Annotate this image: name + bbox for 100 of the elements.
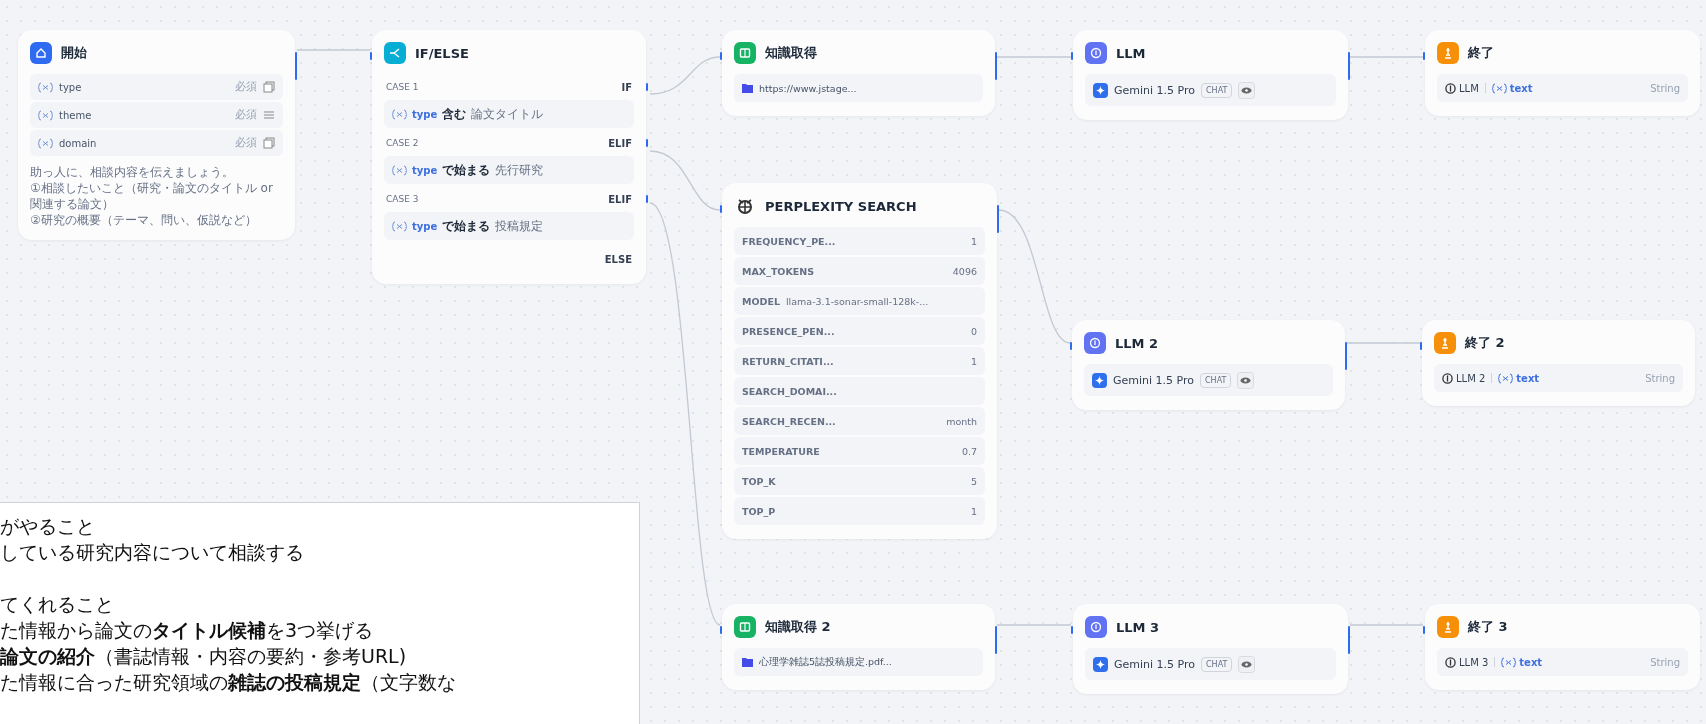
branch-label: ELIF [608,193,632,205]
connection-handle[interactable] [720,626,722,634]
model-name: Gemini 1.5 Pro [1114,657,1196,671]
model-row[interactable]: Gemini 1.5 Pro CHAT [1085,74,1336,106]
parameter-row[interactable]: PRESENCE_PEN... 0 [734,317,985,345]
model-row[interactable]: Gemini 1.5 Pro CHAT [1085,648,1336,680]
variable-name: domain [59,137,98,149]
folder-icon [742,657,753,667]
note-text: がやること [0,514,96,539]
eye-icon[interactable] [1237,371,1255,389]
connection-handle[interactable] [646,195,648,203]
connection-handle[interactable] [646,139,648,147]
parameter-name: RETURN_CITATI... [742,355,834,367]
operator-label: で始まる [442,161,491,179]
connection-handle[interactable] [1348,52,1350,80]
eye-icon[interactable] [1238,655,1256,673]
dataset-row[interactable]: 心理学雑誌5誌投稿規定.pdf... [734,648,983,676]
output-row[interactable]: LLM 3 text String [1437,648,1688,676]
parameter-row[interactable]: RETURN_CITATI... 1 [734,347,985,375]
paragraph-icon [263,109,275,121]
variable-name: text [1519,656,1544,668]
connection-handle[interactable] [1423,52,1425,60]
connection-handle[interactable] [995,626,997,654]
workflow-node[interactable]: LLM 3 Gemini 1.5 Pro CHAT [1073,604,1348,694]
output-row[interactable]: LLM text String [1437,74,1688,102]
model-icon [1092,372,1107,388]
connection-handle[interactable] [1423,626,1425,634]
book-icon [734,616,756,638]
parameter-name: TOP_P [742,505,776,517]
workflow-node[interactable]: LLM 2 Gemini 1.5 Pro CHAT [1072,320,1345,410]
variable-icon [392,108,407,120]
workflow-node[interactable]: 知識取得 2 心理学雑誌5誌投稿規定.pdf... [722,604,995,690]
condition-value: 先行研究 [495,161,544,179]
workflow-node[interactable]: 終了 LLM text String [1425,30,1700,116]
parameter-row[interactable]: SEARCH_DOMAI... [734,377,985,405]
folder-icon [742,83,753,93]
parameter-name: FREQUENCY_PE... [742,235,836,247]
variable-name: type [412,164,438,176]
node-title: IF/ELSE [415,45,469,61]
note-text: た情報に合った研究領域の雑誌の投稿規定（文字数な [0,670,457,695]
condition-row[interactable]: type で始まる 投稿規定 [384,212,634,240]
condition-value: 論文タイトル [471,105,544,123]
node-title: 終了 2 [1465,334,1505,352]
workflow-node[interactable]: 知識取得 https://www.jstage... [722,30,995,116]
description-text: ①相談したいこと（研究・論文のタイトル or 関連する論文） [30,180,274,212]
workflow-node[interactable]: 開始 type 必須 theme 必須 domain 必須 助っ人に、相談内容を伝えましょう。 ①相談したいこと（研究・論文のタイトル or 関連する論文） ②研究の概要（テーマ、問い、仮説など） [18,30,295,240]
node-title: 知識取得 [765,44,817,62]
connection-handle[interactable] [370,52,372,60]
input-variable-row[interactable]: theme 必須 [30,102,283,128]
parameter-value: llama-3.1-sonar-small-128k-... [785,295,929,307]
workflow-node[interactable]: 終了 2 LLM 2 text String [1422,320,1695,406]
connection-handle[interactable] [295,52,297,80]
workflow-node[interactable]: IF/ELSE CASE 1 IF type 含む 論文タイトル CASE 2 ELIF type で始まる 先行研究 CASE 3 ELIF type で始まる 投稿規定 ELSE [372,30,646,284]
dataset-row[interactable]: https://www.jstage... [734,74,983,102]
connection-handle[interactable] [646,83,648,91]
variable-icon [38,81,53,93]
connection-handle[interactable] [1345,342,1347,370]
parameter-row[interactable]: TOP_P 1 [734,497,985,525]
workflow-node[interactable]: LLM Gemini 1.5 Pro CHAT [1073,30,1348,120]
connection-handle[interactable] [1348,626,1350,654]
connection-handle[interactable] [1071,626,1073,634]
connection-handle[interactable] [720,52,722,60]
connector-line [649,56,721,95]
workflow-node[interactable]: PERPLEXITY SEARCH FREQUENCY_PE... 1 MAX_TOKENS 4096 MODEL llama-3.1-sonar-small-128k-... PRESENCE_PEN... 0 RETURN_CITATI... 1 SEARCH_DOMAI... SEARCH_RECEN... month TEMPERATURE 0.7 TOP_K 5 TOP_P 1 [722,183,997,539]
parameter-row[interactable]: TEMPERATURE 0.7 [734,437,985,465]
mode-badge: CHAT [1201,656,1233,672]
parameter-row[interactable]: FREQUENCY_PE... 1 [734,227,985,255]
mode-badge: CHAT [1201,82,1233,98]
condition-row[interactable]: type 含む 論文タイトル [384,100,634,128]
condition-row[interactable]: type で始まる 先行研究 [384,156,634,184]
connection-handle[interactable] [995,52,997,80]
variable-icon [1491,82,1507,94]
parameter-row[interactable]: SEARCH_RECEN... month [734,407,985,435]
variable-icon [392,220,407,232]
source-node-name: LLM 2 [1456,372,1486,384]
connection-handle[interactable] [1070,342,1072,350]
model-row[interactable]: Gemini 1.5 Pro CHAT [1084,364,1333,396]
node-title: 終了 3 [1468,618,1508,636]
variable-icon [38,137,53,149]
connection-handle[interactable] [997,205,999,233]
source-node-name: LLM [1459,82,1479,94]
output-row[interactable]: LLM 2 text String [1434,364,1683,392]
case-label: CASE 2 [386,138,419,148]
variable-name: text [1516,372,1541,384]
parameter-row[interactable]: MAX_TOKENS 4096 [734,257,985,285]
workflow-node[interactable]: 終了 3 LLM 3 text String [1425,604,1700,690]
parameter-name: MAX_TOKENS [742,265,815,277]
parameter-row[interactable]: MODEL llama-3.1-sonar-small-128k-... [734,287,985,315]
input-variable-row[interactable]: domain 必須 [30,130,283,156]
connection-handle[interactable] [1071,52,1073,60]
input-variable-row[interactable]: type 必須 [30,74,283,100]
variable-name: theme [59,109,93,121]
value-type: String [1650,82,1680,94]
eye-icon[interactable] [1238,81,1256,99]
parameter-value: 1 [970,505,977,517]
parameter-row[interactable]: TOP_K 5 [734,467,985,495]
condition-value: 投稿規定 [495,217,544,235]
connection-handle[interactable] [720,205,722,213]
connection-handle[interactable] [1420,342,1422,350]
branch-label: ELSE [604,253,632,265]
